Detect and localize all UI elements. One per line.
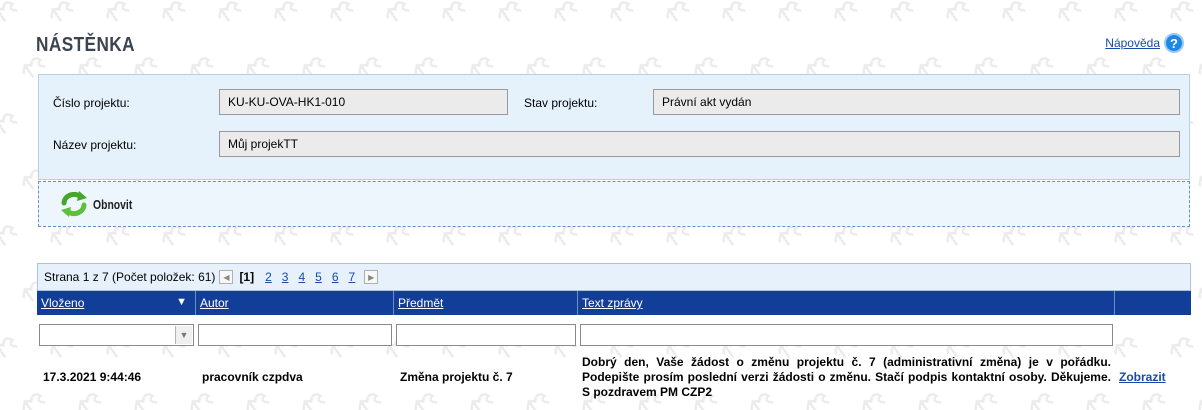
watermark-tile bbox=[554, 1, 578, 23]
help-link-group[interactable]: Nápověda ? bbox=[1105, 33, 1184, 53]
help-link[interactable]: Nápověda bbox=[1105, 36, 1160, 50]
filter-inserted-select[interactable]: ▼ bbox=[39, 324, 194, 346]
watermark-tile bbox=[610, 1, 634, 23]
watermark-tile bbox=[946, 1, 970, 23]
watermark-tile bbox=[1002, 1, 1026, 23]
grid-header: Vloženo ▼ Autor Předmět Text zprávy bbox=[37, 291, 1191, 315]
chevron-down-icon[interactable]: ▼ bbox=[175, 326, 192, 344]
watermark-tile bbox=[274, 1, 298, 23]
watermark-tile bbox=[498, 1, 522, 23]
cell-author: pracovník czpdva bbox=[202, 370, 303, 384]
watermark-tile bbox=[1114, 1, 1138, 23]
pager-page-link[interactable]: 2 bbox=[265, 270, 272, 284]
sort-desc-icon: ▼ bbox=[176, 296, 187, 308]
watermark-tile bbox=[218, 1, 242, 23]
pager-page-link[interactable]: 5 bbox=[315, 270, 322, 284]
watermark-tile bbox=[0, 113, 18, 135]
watermark-tile bbox=[778, 1, 802, 23]
column-header-author[interactable]: Autor bbox=[196, 291, 394, 315]
watermark-tile bbox=[442, 1, 466, 23]
refresh-icon bbox=[61, 191, 87, 217]
project-status-field: Právní akt vydán bbox=[653, 89, 1180, 115]
project-name-label: Název projektu: bbox=[53, 138, 137, 152]
pager-page-link[interactable]: 6 bbox=[332, 270, 339, 284]
column-header-link[interactable]: Autor bbox=[200, 296, 229, 310]
watermark-tile bbox=[722, 1, 746, 23]
pager-prev-icon[interactable]: ◀ bbox=[219, 270, 234, 284]
toolbar: Obnovit bbox=[38, 181, 1190, 227]
watermark-tile bbox=[1170, 1, 1194, 23]
cell-inserted: 17.3.2021 9:44:46 bbox=[43, 370, 142, 384]
watermark-tile bbox=[106, 1, 130, 23]
filter-inserted[interactable]: ▼ bbox=[37, 324, 196, 350]
watermark-tile bbox=[330, 1, 354, 23]
watermark-tile bbox=[1198, 393, 1202, 410]
column-header-link[interactable]: Vloženo bbox=[41, 296, 84, 310]
project-name-field: Můj projekTT bbox=[219, 131, 1180, 157]
watermark-tile bbox=[50, 1, 74, 23]
column-header-link[interactable]: Předmět bbox=[398, 296, 443, 310]
watermark-tile bbox=[0, 1, 18, 23]
watermark-tile bbox=[834, 1, 858, 23]
filter-author-input[interactable] bbox=[198, 324, 392, 346]
page-title: NÁSTĚNKA bbox=[36, 34, 136, 56]
project-status-label: Stav projektu: bbox=[524, 96, 598, 110]
column-header-subject[interactable]: Předmět bbox=[394, 291, 578, 315]
pager-current-page: [1] bbox=[239, 270, 255, 284]
filter-row: ▼ bbox=[37, 324, 1191, 350]
pager-next-icon[interactable]: ▶ bbox=[364, 270, 379, 284]
pager-page-link[interactable]: 7 bbox=[349, 270, 356, 284]
project-number-field: KU-KU-OVA-HK1-010 bbox=[219, 89, 508, 115]
watermark-tile bbox=[1198, 169, 1202, 191]
watermark-tile bbox=[666, 1, 690, 23]
column-header-link[interactable]: Text zprávy bbox=[582, 296, 643, 310]
pager-page-link[interactable]: 3 bbox=[282, 270, 289, 284]
pager-page-link[interactable]: 4 bbox=[298, 270, 305, 284]
watermark-tile bbox=[0, 337, 18, 359]
watermark-tile bbox=[890, 1, 914, 23]
column-header-text[interactable]: Text zprávy bbox=[578, 291, 1115, 315]
watermark-tile bbox=[1198, 281, 1202, 303]
project-info-panel: Číslo projektu: KU-KU-OVA-HK1-010 Stav p… bbox=[38, 74, 1190, 180]
cell-text: Dobrý den, Vaše žádost o změnu projektu … bbox=[582, 354, 1111, 399]
column-header-inserted[interactable]: Vloženo ▼ bbox=[37, 291, 196, 315]
watermark-tile bbox=[1058, 1, 1082, 23]
filter-subject-input[interactable] bbox=[396, 324, 576, 346]
refresh-button[interactable]: Obnovit bbox=[59, 190, 142, 218]
watermark-tile bbox=[1198, 57, 1202, 79]
column-header-actions bbox=[1115, 291, 1191, 315]
pager: Strana 1 z 7 (Počet položek: 61) ◀ [1] 2… bbox=[37, 263, 1191, 291]
project-number-label: Číslo projektu: bbox=[53, 96, 130, 110]
cell-subject: Změna projektu č. 7 bbox=[400, 370, 513, 384]
watermark-tile bbox=[162, 1, 186, 23]
refresh-label: Obnovit bbox=[93, 196, 133, 212]
filter-text-input[interactable] bbox=[580, 324, 1113, 346]
table-row: 17.3.2021 9:44:46 pracovník czpdva Změna… bbox=[37, 352, 1191, 402]
watermark-tile bbox=[0, 225, 18, 247]
help-icon[interactable]: ? bbox=[1164, 33, 1184, 53]
pager-summary: Strana 1 z 7 (Počet položek: 61) bbox=[44, 270, 216, 284]
watermark-tile bbox=[386, 1, 410, 23]
view-message-link[interactable]: Zobrazit bbox=[1119, 370, 1166, 384]
